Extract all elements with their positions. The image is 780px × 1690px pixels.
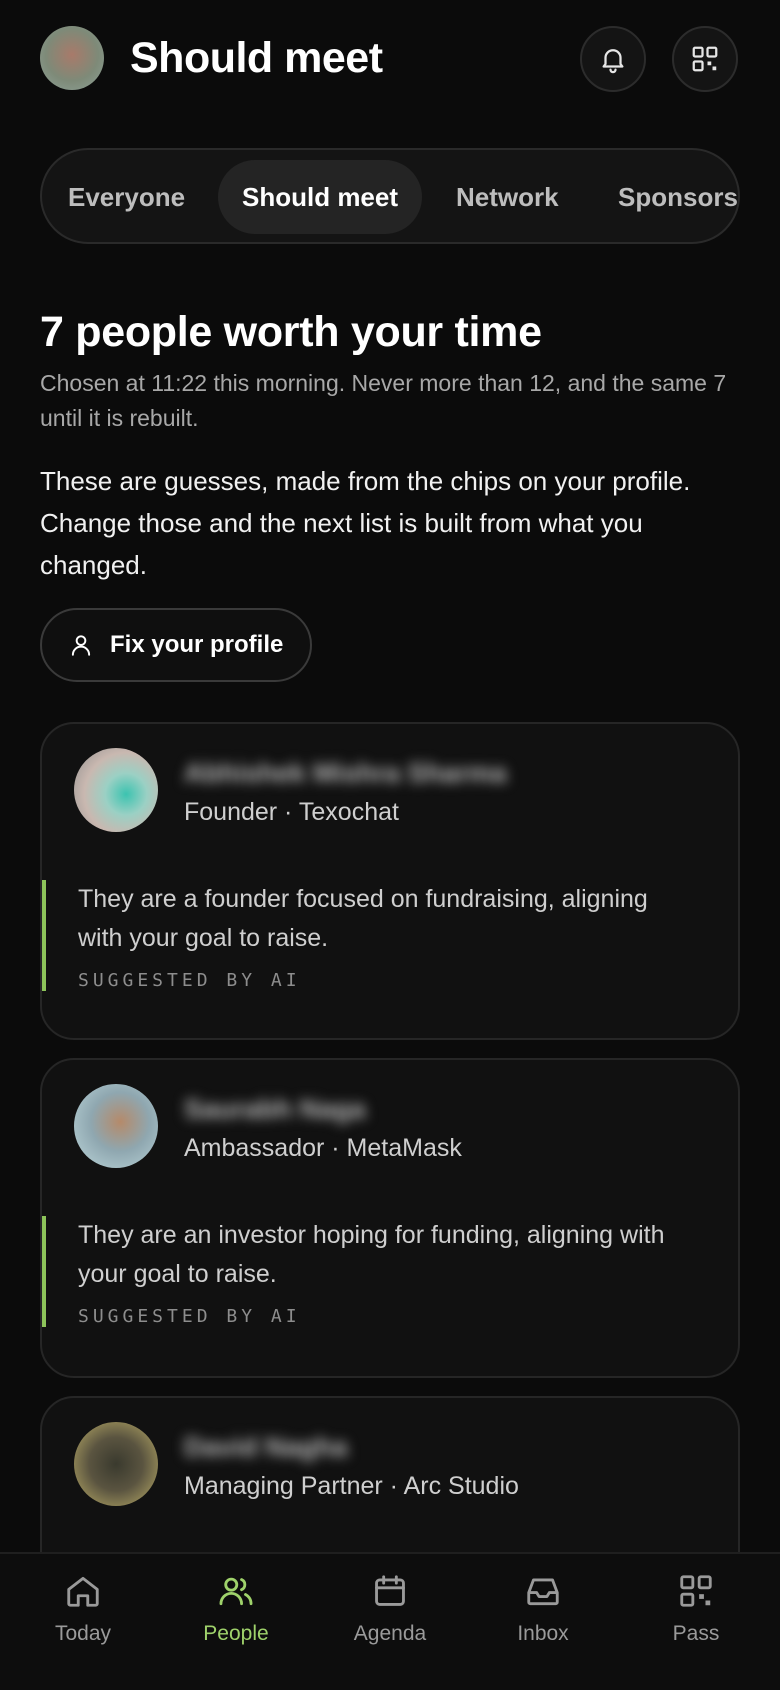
nav-inbox[interactable]: Inbox bbox=[465, 1572, 621, 1672]
avatar bbox=[74, 1422, 158, 1506]
nav-people[interactable]: People bbox=[158, 1572, 314, 1672]
top-header: Should meet bbox=[40, 26, 740, 92]
nav-people-label: People bbox=[203, 1622, 269, 1645]
tab-everyone[interactable]: Everyone bbox=[68, 160, 185, 234]
nav-agenda[interactable]: Agenda bbox=[312, 1572, 468, 1672]
match-reason-text: They are a founder focused on fundraisin… bbox=[78, 885, 648, 952]
filter-tabs: Everyone Should meet Network Sponsors bbox=[40, 148, 740, 244]
nav-today-label: Today bbox=[54, 1622, 112, 1645]
calendar-icon bbox=[375, 1575, 405, 1606]
section-description: These are guesses, made from the chips o… bbox=[40, 466, 691, 580]
nav-inbox-label: Inbox bbox=[517, 1622, 569, 1645]
fix-profile-label: Fix your profile bbox=[110, 631, 284, 658]
match-reason: They are an investor hoping for funding,… bbox=[42, 1216, 702, 1327]
home-icon bbox=[67, 1576, 99, 1607]
person-role: Ambassador · MetaMask bbox=[184, 1134, 462, 1162]
avatar bbox=[74, 1084, 158, 1168]
tab-sponsors[interactable]: Sponsors bbox=[618, 160, 738, 234]
person-icon bbox=[71, 635, 91, 656]
person-name: David Nagha bbox=[184, 1432, 348, 1462]
person-card[interactable]: Saurabh Naga Ambassador · MetaMask They … bbox=[40, 1058, 740, 1378]
person-role: Founder · Texochat bbox=[184, 798, 399, 826]
tab-should-meet[interactable]: Should meet bbox=[218, 160, 423, 234]
avatar bbox=[74, 748, 158, 832]
profile-avatar[interactable] bbox=[40, 26, 104, 90]
bell-icon bbox=[602, 49, 624, 74]
person-name: Saurabh Naga bbox=[184, 1094, 366, 1124]
nav-pass[interactable]: Pass bbox=[618, 1572, 774, 1672]
person-card[interactable]: Abhishek Mishra Sharma Founder · Texocha… bbox=[40, 722, 740, 1040]
page-title: Should meet bbox=[130, 34, 383, 82]
qr-code-button[interactable] bbox=[672, 26, 738, 92]
nav-agenda-label: Agenda bbox=[353, 1622, 427, 1645]
qr-code-icon bbox=[692, 46, 718, 72]
section-title: 7 people worth your time bbox=[40, 308, 542, 356]
person-role: Managing Partner · Arc Studio bbox=[184, 1472, 519, 1500]
fix-profile-button[interactable]: Fix your profile bbox=[40, 608, 312, 682]
suggested-by-ai-tag: SUGGESTED BY AI bbox=[78, 970, 301, 991]
section-subtitle: Chosen at 11:22 this morning. Never more… bbox=[40, 370, 727, 431]
bottom-navigation: Today People Agenda Inbox Pass bbox=[0, 1552, 780, 1690]
match-reason-text: They are an investor hoping for funding,… bbox=[78, 1221, 665, 1288]
notifications-button[interactable] bbox=[580, 26, 646, 92]
inbox-icon bbox=[527, 1578, 559, 1606]
qr-code-icon bbox=[680, 1575, 712, 1607]
people-icon bbox=[219, 1577, 253, 1606]
tab-network[interactable]: Network bbox=[456, 160, 559, 234]
match-reason: They are a founder focused on fundraisin… bbox=[42, 880, 702, 991]
person-name: Abhishek Mishra Sharma bbox=[184, 758, 507, 788]
suggested-by-ai-tag: SUGGESTED BY AI bbox=[78, 1306, 301, 1327]
nav-today[interactable]: Today bbox=[5, 1572, 161, 1672]
nav-pass-label: Pass bbox=[672, 1622, 720, 1645]
